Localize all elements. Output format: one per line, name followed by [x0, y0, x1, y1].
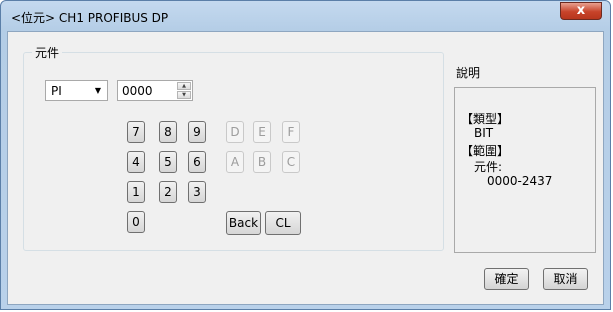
type-value: BIT — [474, 126, 494, 140]
device-group-label: 元件 — [32, 44, 63, 61]
description-title: 說明 — [456, 66, 481, 80]
key-5[interactable]: 5 — [159, 151, 177, 173]
key-a[interactable]: A — [226, 151, 244, 173]
range-header: 【範圍】 — [461, 144, 510, 158]
spin-down-button[interactable]: ▼ — [177, 91, 191, 99]
key-e[interactable]: E — [253, 121, 271, 143]
key-b[interactable]: B — [253, 151, 271, 173]
key-c[interactable]: C — [282, 151, 300, 173]
range-value: 0000-2437 — [487, 174, 553, 188]
spin-up-button[interactable]: ▲ — [177, 82, 191, 90]
key-f[interactable]: F — [282, 121, 300, 143]
type-header: 【類型】 — [461, 112, 510, 126]
cancel-button[interactable]: 取消 — [543, 268, 588, 290]
device-type-value: PI — [51, 84, 62, 98]
ok-button[interactable]: 確定 — [484, 268, 529, 290]
address-spinbox[interactable]: 0000 ▲ ▼ — [117, 80, 193, 101]
key-8[interactable]: 8 — [159, 121, 177, 143]
key-3[interactable]: 3 — [188, 181, 206, 203]
chevron-down-icon: ▼ — [94, 86, 101, 95]
key-d[interactable]: D — [226, 121, 244, 143]
key-0[interactable]: 0 — [127, 211, 145, 233]
key-2[interactable]: 2 — [159, 181, 177, 203]
close-button[interactable]: x — [560, 2, 602, 20]
key-9[interactable]: 9 — [188, 121, 206, 143]
device-type-dropdown[interactable]: PI ▼ — [45, 80, 108, 101]
back-button[interactable]: Back — [226, 211, 261, 235]
address-value: 0000 — [122, 84, 153, 98]
key-1[interactable]: 1 — [127, 181, 145, 203]
key-6[interactable]: 6 — [188, 151, 206, 173]
clear-button[interactable]: CL — [265, 211, 301, 235]
title-bar[interactable]: <位元> CH1 PROFIBUS DP x — [1, 1, 610, 31]
key-4[interactable]: 4 — [127, 151, 145, 173]
range-sublabel: 元件: — [474, 160, 503, 174]
key-7[interactable]: 7 — [127, 121, 145, 143]
window-title: <位元> CH1 PROFIBUS DP — [11, 11, 169, 25]
